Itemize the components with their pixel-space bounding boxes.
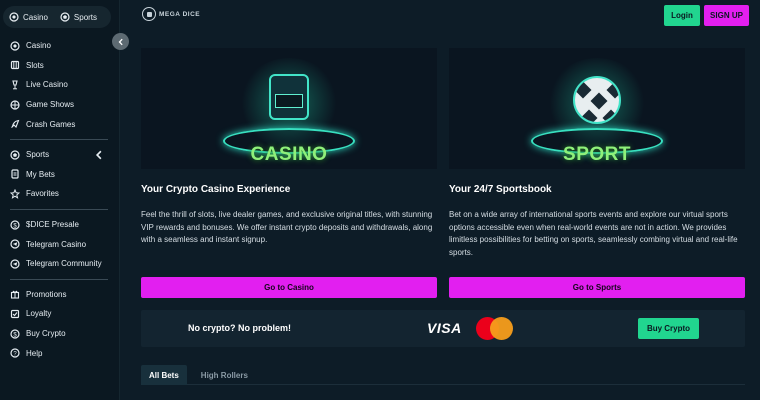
promo-text: No crypto? No problem!	[188, 323, 291, 333]
sidebar-item-crash-games[interactable]: Crash Games	[0, 114, 118, 134]
telegram-icon	[10, 259, 20, 269]
sidebar-item-loyalty[interactable]: Loyalty	[0, 304, 118, 324]
casino-card-text: Feel the thrill of slots, live dealer ga…	[141, 210, 433, 245]
mode-switch: Casino Sports	[3, 6, 111, 28]
mode-sports-label: Sports	[73, 12, 98, 22]
soccer-ball-icon	[573, 76, 621, 124]
sidebar-item-slots[interactable]: Slots	[0, 56, 118, 76]
logo-text: MEGA DICE	[159, 10, 201, 18]
sidebar-item-label: Game Shows	[26, 100, 75, 110]
sidebar-nav: Casino Slots Live Casino Game Shows Cras…	[0, 36, 118, 363]
star-icon	[10, 188, 20, 199]
sidebar-item-telegram-casino[interactable]: Telegram Casino	[0, 234, 118, 254]
casino-chip-icon	[10, 41, 20, 51]
sports-ball-icon	[10, 150, 20, 160]
mode-casino-label: Casino	[23, 12, 48, 22]
bets-tabs: All Bets High Rollers	[141, 365, 745, 385]
logo-mark-icon	[142, 7, 156, 21]
loyalty-icon	[10, 309, 20, 319]
sidebar-item-telegram-community[interactable]: Telegram Community	[0, 254, 118, 274]
casino-card: CASINO Your Crypto Casino Experience Fee…	[141, 48, 437, 298]
gift-icon	[10, 291, 20, 299]
sidebar-item-sports[interactable]: Sports	[0, 145, 118, 165]
sidebar-item-label: Slots	[26, 60, 44, 70]
sport-hero-image[interactable]: SPORT	[449, 48, 745, 169]
sidebar-item-label: Crash Games	[26, 119, 76, 129]
go-to-casino-button[interactable]: Go to Casino	[141, 277, 437, 298]
sidebar-item-label: My Bets	[26, 169, 55, 179]
chevron-left-icon[interactable]	[94, 150, 104, 160]
sidebar-collapse-button[interactable]	[112, 33, 129, 50]
sidebar-item-label: Telegram Community	[26, 259, 102, 269]
sidebar-item-buy-crypto[interactable]: $ Buy Crypto	[0, 324, 118, 344]
dollar-icon: $	[10, 328, 20, 339]
sport-card: SPORT Your 24/7 Sportsbook Bet on a wide…	[449, 48, 745, 298]
sidebar-item-label: Live Casino	[26, 80, 68, 90]
sidebar-item-label: Sports	[26, 150, 50, 160]
coin-icon: $	[10, 219, 20, 230]
sidebar-divider	[10, 278, 108, 280]
sidebar-item-dice-presale[interactable]: $ $DICE Presale	[0, 215, 118, 235]
mode-sports[interactable]: Sports	[54, 6, 103, 28]
sidebar-item-favorites[interactable]: Favorites	[0, 184, 118, 204]
tab-all-bets[interactable]: All Bets	[141, 365, 187, 385]
rocket-icon	[11, 119, 20, 129]
live-casino-icon	[12, 80, 18, 90]
sidebar-item-label: Telegram Casino	[26, 239, 87, 249]
casino-hero-image[interactable]: CASINO	[141, 48, 437, 169]
sidebar-divider	[10, 208, 108, 210]
sidebar-item-label: Promotions	[26, 289, 67, 299]
go-to-sports-button[interactable]: Go to Sports	[449, 277, 745, 298]
sidebar-item-label: $DICE Presale	[26, 220, 79, 230]
login-button[interactable]: Login	[664, 5, 700, 26]
site-logo[interactable]: MEGA DICE	[142, 7, 200, 21]
chevron-left-icon	[118, 38, 123, 45]
sidebar-item-label: Loyalty	[26, 309, 52, 319]
game-shows-icon	[10, 99, 20, 110]
casino-card-heading: Your Crypto Casino Experience	[141, 184, 291, 195]
sidebar-item-promotions[interactable]: Promotions	[0, 285, 118, 305]
sidebar-item-live-casino[interactable]: Live Casino	[0, 75, 118, 95]
sidebar-divider	[10, 138, 108, 140]
slots-icon	[10, 61, 20, 70]
sidebar-item-label: Casino	[26, 41, 51, 51]
sport-card-text: Bet on a wide array of international spo…	[449, 210, 738, 257]
sport-hero-title: SPORT	[563, 144, 631, 165]
telegram-icon	[10, 239, 20, 249]
sidebar-item-game-shows[interactable]: Game Shows	[0, 95, 118, 115]
signup-button[interactable]: SIGN UP	[704, 5, 749, 26]
sports-ball-icon	[60, 12, 70, 22]
help-icon: ?	[10, 348, 20, 358]
buy-crypto-button[interactable]: Buy Crypto	[638, 318, 699, 339]
slot-reels	[275, 94, 303, 108]
sidebar: Casino Sports Casino Slots Live Casino G…	[0, 0, 120, 400]
sidebar-item-casino[interactable]: Casino	[0, 36, 118, 56]
tab-high-rollers[interactable]: High Rollers	[193, 365, 256, 385]
sidebar-item-my-bets[interactable]: My Bets	[0, 165, 118, 185]
sidebar-item-label: Help	[26, 348, 43, 358]
sidebar-item-label: Buy Crypto	[26, 329, 66, 339]
bets-icon	[11, 169, 19, 179]
buy-crypto-banner: No crypto? No problem! VISA Buy Crypto	[141, 310, 745, 347]
sport-card-heading: Your 24/7 Sportsbook	[449, 184, 552, 195]
mastercard-icon	[476, 317, 514, 340]
sidebar-item-label: Favorites	[26, 189, 59, 199]
casino-hero-title: CASINO	[250, 144, 328, 165]
mode-casino[interactable]: Casino	[3, 6, 54, 28]
visa-logo: VISA	[427, 320, 462, 336]
sidebar-item-help[interactable]: ? Help	[0, 343, 118, 363]
casino-chip-icon	[9, 12, 19, 22]
